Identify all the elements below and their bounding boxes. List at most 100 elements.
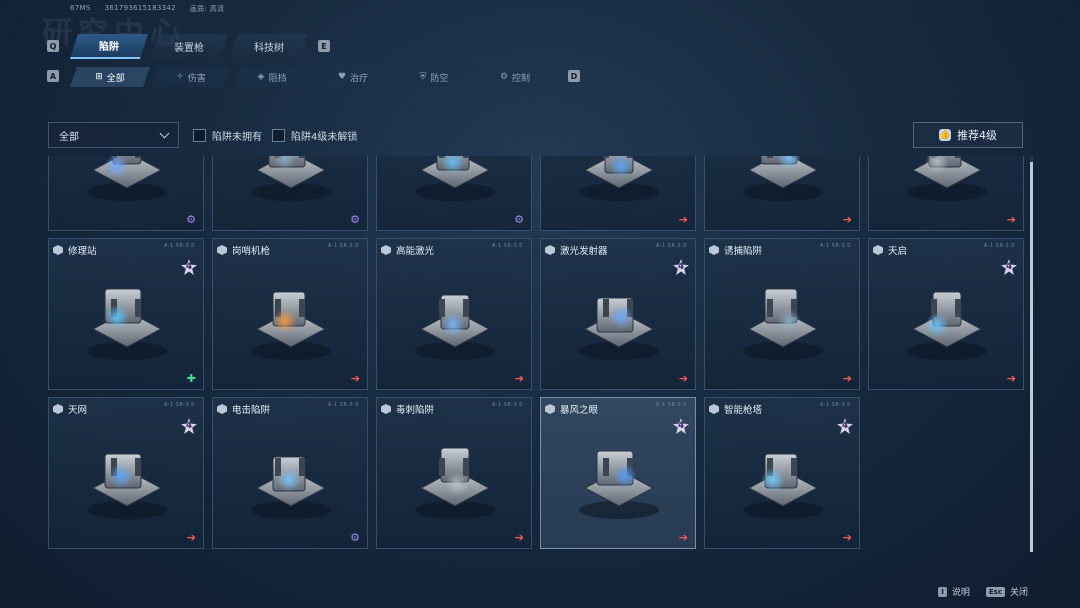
cube-icon	[53, 245, 63, 255]
key-hint-prev-sub: A	[47, 70, 59, 82]
cube-icon	[709, 245, 719, 255]
sub-tab[interactable]: ♥ 治疗	[313, 67, 393, 87]
block-icon: ◈	[257, 72, 265, 82]
trap-name: 岗哨机枪	[232, 246, 271, 257]
arrow-right-icon[interactable]: ➔	[679, 214, 688, 225]
trap-card[interactable]: 电击陷阱 A-1 SR-3.0 ⚙	[212, 397, 368, 549]
help-hint[interactable]: I 说明	[938, 585, 970, 598]
filter-lv4-locked-checkbox[interactable]: 陷阱4级未解锁	[272, 128, 357, 143]
trap-artwork	[229, 259, 353, 367]
gear-icon[interactable]: ⚙	[350, 214, 360, 225]
arrow-right-icon[interactable]: ➔	[515, 532, 524, 543]
arrow-right-icon[interactable]: ➔	[515, 373, 524, 384]
gear-icon[interactable]: ⚙	[514, 214, 524, 225]
arrow-right-icon[interactable]: ➔	[679, 373, 688, 384]
cube-icon	[545, 245, 555, 255]
sub-tab[interactable]: ◈ 阻挡	[232, 67, 312, 87]
card-code: A-1 SR-3.0	[655, 243, 687, 249]
trap-name: 暴风之眼	[560, 405, 599, 416]
sub-tab[interactable]: ⚙ 控制	[475, 67, 555, 87]
arrow-right-icon[interactable]: ➔	[843, 532, 852, 543]
trap-card[interactable]: 诱捕陷阱 A-1 SR-3.0 ➔	[704, 238, 860, 390]
trap-artwork	[557, 259, 681, 367]
filter-unowned-checkbox[interactable]: 陷阱未拥有	[193, 128, 262, 143]
card-code: A-1 SR-3.0	[491, 402, 523, 408]
trap-name: 诱捕陷阱	[724, 246, 763, 257]
checkbox-box[interactable]	[193, 129, 206, 142]
chevron-down-icon	[159, 128, 170, 138]
gear-icon[interactable]: ⚙	[350, 532, 360, 543]
card-header: 智能枪塔	[709, 402, 762, 416]
main-tab-bar: 陷阱 装置枪 科技树	[70, 34, 310, 59]
trap-card[interactable]: 激光发射器 A-1 SR-3.0 4 ➔	[540, 238, 696, 390]
sub-tab-label: 阻挡	[268, 73, 287, 84]
card-header: 高能激光	[381, 243, 434, 257]
top-info-bar: 67MS 3617936151833​42 画质: 高清	[70, 4, 224, 14]
arrow-right-icon[interactable]: ➔	[843, 214, 852, 225]
trap-artwork	[65, 259, 189, 367]
ping-text: 67MS	[70, 4, 91, 12]
card-code: A-1 SR-3.0	[819, 243, 851, 249]
main-tab[interactable]: 陷阱	[70, 34, 148, 59]
grid-icon: ⊞	[95, 72, 103, 82]
gear-icon[interactable]: ⚙	[186, 214, 196, 225]
trap-card[interactable]: 暴风之眼 A-1 SR-3.0 4 ➔	[540, 397, 696, 549]
trap-card[interactable]: 天启 A-1 SR-3.0 4 ➔	[868, 238, 1024, 390]
card-code: A-1 SR-3.0	[163, 402, 195, 408]
key-hint-help: I	[938, 586, 947, 597]
main-tab[interactable]: 科技树	[230, 34, 308, 59]
trap-card[interactable]: 修理站 A-1 SR-3.0 4 ✚	[48, 238, 204, 390]
close-hint[interactable]: Esc 关闭	[985, 585, 1028, 598]
scrollbar-thumb[interactable]	[1030, 162, 1033, 552]
cube-icon	[217, 245, 227, 255]
checkbox-box[interactable]	[272, 129, 285, 142]
trap-card[interactable]: 岗哨机枪 A-1 SR-3.0 ➔	[212, 238, 368, 390]
recommend-lv4-button[interactable]: 👍 推荐4级	[913, 122, 1023, 148]
main-tab[interactable]: 装置枪	[150, 34, 228, 59]
arrow-right-icon[interactable]: ➔	[187, 532, 196, 543]
cube-icon	[873, 245, 883, 255]
trap-artwork	[721, 259, 845, 367]
card-header: 岗哨机枪	[217, 243, 270, 257]
key-hint-close: Esc	[985, 586, 1005, 597]
checkbox-label: 陷阱4级未解锁	[291, 132, 358, 143]
arrow-right-icon[interactable]: ➔	[351, 373, 360, 384]
cube-icon	[381, 404, 391, 414]
trap-card-partial[interactable]: ⚙	[376, 156, 532, 231]
antiair-icon: ⛨	[419, 72, 427, 82]
card-code: A-1 SR-3.0	[327, 243, 359, 249]
dropdown-value: 全部	[59, 131, 79, 143]
grid-scrollbar[interactable]	[1030, 156, 1033, 552]
trap-card-partial[interactable]: ➔	[540, 156, 696, 231]
arrow-right-icon[interactable]: ➔	[843, 373, 852, 384]
footer-hints: I 说明 Esc 关闭	[938, 585, 1028, 598]
arrow-right-icon[interactable]: ➔	[679, 532, 688, 543]
uid-text: 3617936151833​42	[104, 4, 176, 12]
sub-tab[interactable]: ✧ 伤害	[151, 67, 231, 87]
trap-card[interactable]: 天网 A-1 SR-3.0 4 ➔	[48, 397, 204, 549]
cube-icon	[709, 404, 719, 414]
trap-artwork	[65, 156, 189, 208]
heal-icon[interactable]: ✚	[187, 373, 196, 384]
close-label: 关闭	[1009, 588, 1028, 598]
arrow-right-icon[interactable]: ➔	[1007, 373, 1016, 384]
sub-tab[interactable]: ⊞ 全部	[70, 67, 150, 87]
trap-card-partial[interactable]: ➔	[704, 156, 860, 231]
sub-tab[interactable]: ⛨ 防空	[394, 67, 474, 87]
trap-card[interactable]: 智能枪塔 A-1 SR-3.0 4 ➔	[704, 397, 860, 549]
sub-tab-label: 伤害	[187, 73, 206, 84]
trap-card-partial[interactable]: ⚙	[212, 156, 368, 231]
card-header: 天网	[53, 402, 87, 416]
trap-card-partial[interactable]: ➔	[868, 156, 1024, 231]
heal-icon: ♥	[337, 72, 347, 82]
quality-text: 画质: 高清	[189, 5, 225, 13]
card-header: 天启	[873, 243, 907, 257]
sub-tab-label: 全部	[106, 73, 125, 84]
arrow-right-icon[interactable]: ➔	[1007, 214, 1016, 225]
trap-card[interactable]: 毒刺陷阱 A-1 SR-3.0 ➔	[376, 397, 532, 549]
trap-card-partial[interactable]: ⚙	[48, 156, 204, 231]
category-dropdown[interactable]: 全部	[48, 122, 179, 148]
thumbs-up-icon: 👍	[939, 129, 951, 141]
card-code: A-1 SR-3.0	[655, 402, 687, 408]
trap-card[interactable]: 高能激光 A-1 SR-3.0 ➔	[376, 238, 532, 390]
